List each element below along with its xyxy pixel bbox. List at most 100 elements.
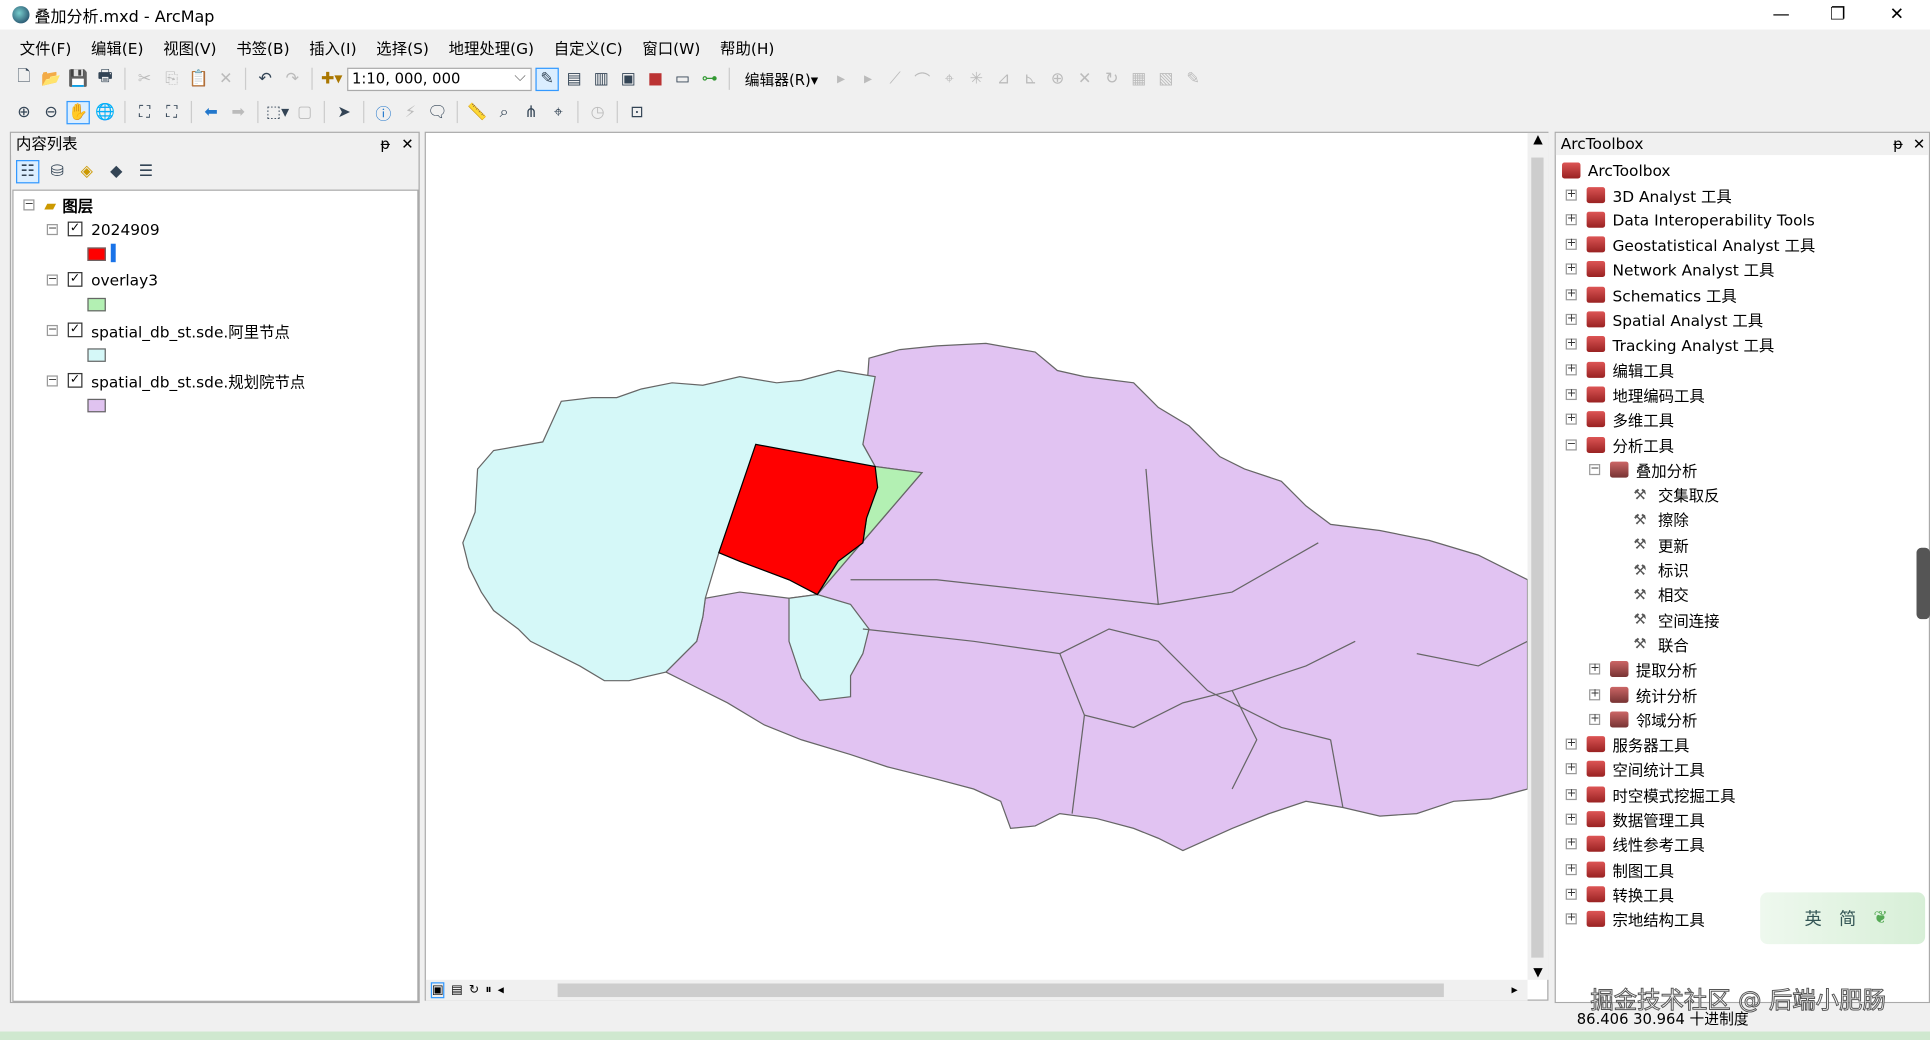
minimize-button[interactable]: — <box>1753 0 1810 30</box>
pin-button[interactable]: ᵽ <box>380 133 390 155</box>
map-canvas[interactable] <box>426 133 1528 980</box>
clear-selection-icon[interactable]: ▢ <box>293 100 316 123</box>
trace-icon[interactable]: ⌖ <box>938 67 961 90</box>
arctoolbox-icon[interactable]: ■ <box>644 67 667 90</box>
collapse-icon[interactable]: − <box>46 273 58 285</box>
toolbox-item[interactable]: − 分析工具 <box>1565 433 1674 455</box>
zoom-in-icon[interactable]: ⊕ <box>12 100 35 123</box>
collapse-icon[interactable]: − <box>23 198 35 210</box>
copy-icon[interactable]: ⎘ <box>160 67 183 90</box>
straight-segment-icon[interactable]: ⟋ <box>883 67 906 90</box>
pin-button[interactable]: ᵽ <box>1893 133 1903 155</box>
pause-drawing-icon[interactable]: ⏸ <box>485 983 491 997</box>
layer-visibility-checkbox[interactable]: ✓ <box>67 322 83 338</box>
midpoint-icon[interactable]: ✳ <box>965 67 988 90</box>
add-data-icon[interactable]: ✚▾ <box>320 67 343 90</box>
toolbox-item[interactable]: ⚒ 交集取反 <box>1612 483 1719 505</box>
save-icon[interactable]: 💾 <box>66 67 89 90</box>
toolbox-item[interactable]: + 制图工具 <box>1565 858 1674 880</box>
expand-icon[interactable]: + <box>1565 888 1577 900</box>
menu-item[interactable]: 视图(V) <box>153 32 226 59</box>
arc-segment-icon[interactable]: ⌒ <box>911 67 934 90</box>
map-view[interactable]: ▲ ▼ ▣ ▤ ↻ ⏸ ◂ ▸ <box>424 131 1549 1001</box>
menu-item[interactable]: 书签(B) <box>226 32 299 59</box>
layer-item[interactable]: − ✓ 2024909 <box>46 218 160 240</box>
edit-vertices-icon[interactable]: ⊿ <box>992 67 1015 90</box>
layout-view-icon[interactable]: ▤ <box>451 983 463 997</box>
toolbox-item[interactable]: − 叠加分析 <box>1589 458 1697 480</box>
toolbox-item[interactable]: + 服务器工具 <box>1565 733 1689 755</box>
expand-icon[interactable]: + <box>1565 338 1577 350</box>
scroll-right-icon[interactable]: ▸ <box>1512 983 1518 997</box>
toolbox-item[interactable]: + 时空模式挖掘工具 <box>1565 783 1736 805</box>
toolbox-close-button[interactable]: ✕ <box>1913 133 1925 155</box>
expand-icon[interactable]: + <box>1565 213 1577 226</box>
collapse-icon[interactable]: − <box>1565 438 1577 450</box>
full-extent-icon[interactable]: 🌐 <box>94 100 117 123</box>
expand-icon[interactable]: + <box>1565 388 1577 400</box>
pan-icon[interactable]: ✋ <box>66 100 90 124</box>
menu-item[interactable]: 自定义(C) <box>544 32 633 59</box>
toolbox-item[interactable]: + Tracking Analyst 工具 <box>1565 333 1774 355</box>
side-handle[interactable] <box>1916 547 1930 620</box>
menu-item[interactable]: 编辑(E) <box>81 32 153 59</box>
back-icon[interactable]: ⬅ <box>199 100 222 123</box>
expand-icon[interactable]: + <box>1565 238 1577 250</box>
toolbox-item[interactable]: ⚒ 联合 <box>1612 633 1688 655</box>
list-by-visibility-icon[interactable]: ◈ <box>75 159 98 182</box>
toolbox-item[interactable]: + Network Analyst 工具 <box>1565 258 1774 280</box>
menu-item[interactable]: 插入(I) <box>299 32 366 59</box>
toolbox-item[interactable]: ⚒ 擦除 <box>1612 508 1688 530</box>
measure-icon[interactable]: 📏 <box>465 100 488 123</box>
catalog-icon[interactable]: ▥ <box>590 67 613 90</box>
expand-icon[interactable]: + <box>1565 738 1577 750</box>
expand-icon[interactable]: + <box>1565 838 1577 850</box>
collapse-icon[interactable]: − <box>46 324 58 336</box>
menu-item[interactable]: 窗口(W) <box>633 32 711 59</box>
hyperlink-icon[interactable]: ⚡ <box>399 100 422 123</box>
undo-icon[interactable]: ↶ <box>254 67 277 90</box>
restore-button[interactable]: ❐ <box>1809 0 1866 30</box>
toolbox-item[interactable]: ⚒ 相交 <box>1612 583 1688 605</box>
collapse-icon[interactable]: − <box>46 374 58 386</box>
map-scale-select[interactable]: 1:10, 000, 000 <box>347 66 532 91</box>
find-route-icon[interactable]: ⋔ <box>519 100 542 123</box>
layer-symbol[interactable] <box>87 297 106 312</box>
expand-icon[interactable]: + <box>1565 188 1577 201</box>
editor-menu[interactable]: 编辑器(R)▾ <box>745 68 819 89</box>
layer-visibility-checkbox[interactable]: ✓ <box>67 221 83 237</box>
find-icon[interactable]: ⌕ <box>492 100 515 123</box>
rotate-icon[interactable]: ↻ <box>1100 67 1123 90</box>
time-slider-icon[interactable]: ◷ <box>586 100 609 123</box>
expand-icon[interactable]: + <box>1565 313 1577 325</box>
collapse-icon[interactable]: − <box>1589 463 1601 475</box>
expand-icon[interactable]: + <box>1589 688 1601 700</box>
layers-root[interactable]: − ▰ 图层 <box>23 193 93 215</box>
html-popup-icon[interactable]: 🗨 <box>426 100 449 123</box>
vertical-scrollbar[interactable]: ▲ ▼ <box>1527 132 1549 980</box>
expand-icon[interactable]: + <box>1589 663 1601 675</box>
create-features-icon[interactable]: ✎ <box>1181 67 1204 90</box>
toolbox-item[interactable]: + 统计分析 <box>1589 683 1697 705</box>
layer-visibility-checkbox[interactable]: ✓ <box>67 272 83 287</box>
toolbox-item[interactable]: + 空间统计工具 <box>1565 758 1705 780</box>
expand-icon[interactable]: + <box>1565 363 1577 375</box>
layer-symbol[interactable] <box>87 348 106 362</box>
cut-icon[interactable]: ✂ <box>133 67 156 90</box>
toolbox-item[interactable]: + 提取分析 <box>1589 658 1697 680</box>
zoom-out-icon[interactable]: ⊖ <box>39 100 62 123</box>
toolbox-item[interactable]: ⚒ 空间连接 <box>1612 608 1719 630</box>
layer-symbol[interactable] <box>87 247 106 261</box>
edit-annotation-icon[interactable]: ▸ <box>856 67 879 90</box>
toolbox-item[interactable]: ⚒ 更新 <box>1612 533 1688 555</box>
layer-symbol[interactable] <box>87 398 106 413</box>
attributes-icon[interactable]: ▦ <box>1127 67 1150 90</box>
expand-icon[interactable]: + <box>1565 263 1577 275</box>
menu-item[interactable]: 文件(F) <box>10 32 81 59</box>
toolbox-item[interactable]: + 数据管理工具 <box>1565 808 1705 830</box>
toolbox-item[interactable]: + 多维工具 <box>1565 408 1674 430</box>
expand-icon[interactable]: + <box>1565 413 1577 425</box>
toc-close-button[interactable]: ✕ <box>401 133 413 155</box>
ime-mode[interactable]: 简 <box>1839 906 1856 931</box>
toolbox-item[interactable]: + Spatial Analyst 工具 <box>1565 308 1763 330</box>
